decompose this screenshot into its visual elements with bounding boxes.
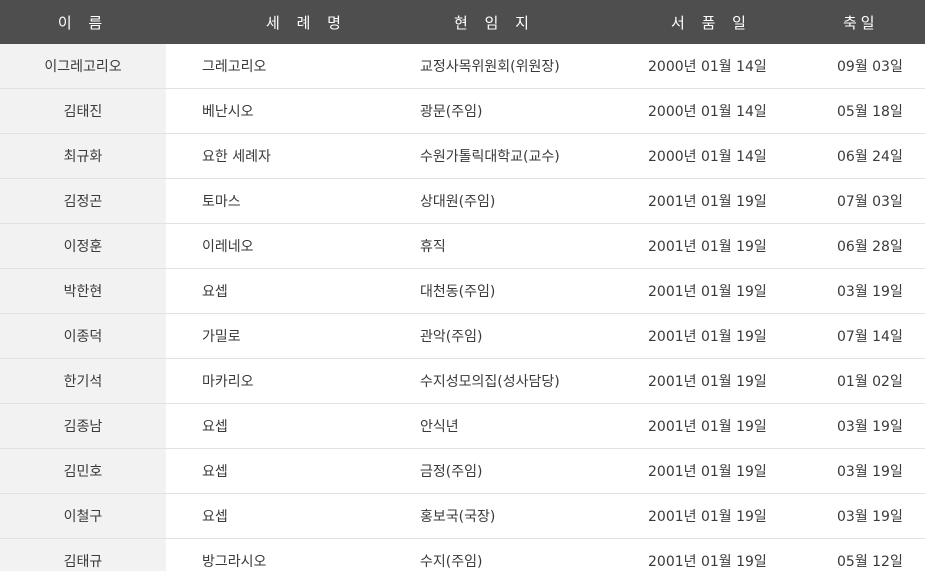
cell-current-post: 안식년 <box>385 403 613 449</box>
cell-feast-day: 03월 19일 <box>803 493 925 539</box>
cell-current-post: 수지(주임) <box>385 538 613 571</box>
cell-current-post: 상대원(주임) <box>385 178 613 224</box>
cell-baptismal-name: 요셉 <box>166 493 385 539</box>
header-baptismal-name: 세 례 명 <box>166 0 385 44</box>
table-body: 이그레고리오 그레고리오 교정사목위원회(위원장) 2000년 01월 14일 09월 … <box>0 44 925 571</box>
cell-ordination-date: 2001년 01월 19일 <box>613 403 803 449</box>
cell-name: 김태진 <box>0 88 166 134</box>
cell-ordination-date: 2000년 01월 14일 <box>613 88 803 134</box>
cell-current-post: 수원가톨릭대학교(교수) <box>385 133 613 179</box>
cell-baptismal-name: 요한 세례자 <box>166 133 385 179</box>
cell-ordination-date: 2001년 01월 19일 <box>613 268 803 314</box>
header-feast-day: 축일 <box>803 0 925 44</box>
cell-name: 이철구 <box>0 493 166 539</box>
cell-feast-day: 01월 02일 <box>803 358 925 404</box>
cell-ordination-date: 2001년 01월 19일 <box>613 448 803 494</box>
cell-feast-day: 05월 18일 <box>803 88 925 134</box>
cell-name: 이정훈 <box>0 223 166 269</box>
cell-name: 김민호 <box>0 448 166 494</box>
cell-baptismal-name: 요셉 <box>166 268 385 314</box>
cell-current-post: 대천동(주임) <box>385 268 613 314</box>
cell-ordination-date: 2001년 01월 19일 <box>613 313 803 359</box>
cell-current-post: 수지성모의집(성사담당) <box>385 358 613 404</box>
cell-baptismal-name: 방그라시오 <box>166 538 385 571</box>
cell-ordination-date: 2001년 01월 19일 <box>613 493 803 539</box>
cell-feast-day: 05월 12일 <box>803 538 925 571</box>
cell-name: 김종남 <box>0 403 166 449</box>
cell-feast-day: 07월 03일 <box>803 178 925 224</box>
cell-name: 최규화 <box>0 133 166 179</box>
cell-ordination-date: 2001년 01월 19일 <box>613 358 803 404</box>
cell-feast-day: 09월 03일 <box>803 44 925 89</box>
cell-name: 박한현 <box>0 268 166 314</box>
priest-list-table: 이 름 세 례 명 현 임 지 서 품 일 축일 이그레고리오 그레고리오 교정사목… <box>0 0 925 571</box>
cell-feast-day: 06월 28일 <box>803 223 925 269</box>
cell-current-post: 홍보국(국장) <box>385 493 613 539</box>
cell-baptismal-name: 요셉 <box>166 448 385 494</box>
cell-ordination-date: 2000년 01월 14일 <box>613 133 803 179</box>
cell-feast-day: 03월 19일 <box>803 403 925 449</box>
cell-feast-day: 03월 19일 <box>803 448 925 494</box>
table-row: 이종덕 가밀로 관악(주임) 2001년 01월 19일 07월 14일 <box>0 313 925 359</box>
table-row: 김종남 요셉 안식년 2001년 01월 19일 03월 19일 <box>0 403 925 449</box>
cell-baptismal-name: 베난시오 <box>166 88 385 134</box>
cell-current-post: 교정사목위원회(위원장) <box>385 44 613 89</box>
cell-name: 이종덕 <box>0 313 166 359</box>
header-row: 이 름 세 례 명 현 임 지 서 품 일 축일 <box>0 0 925 44</box>
table-row: 김정곤 토마스 상대원(주임) 2001년 01월 19일 07월 03일 <box>0 178 925 224</box>
header-name: 이 름 <box>0 0 166 44</box>
table-row: 최규화 요한 세례자 수원가톨릭대학교(교수) 2000년 01월 14일 06월 24… <box>0 133 925 179</box>
cell-ordination-date: 2001년 01월 19일 <box>613 178 803 224</box>
cell-baptismal-name: 요셉 <box>166 403 385 449</box>
table-row: 김태진 베난시오 광문(주임) 2000년 01월 14일 05월 18일 <box>0 88 925 134</box>
table-row: 박한현 요셉 대천동(주임) 2001년 01월 19일 03월 19일 <box>0 268 925 314</box>
table-header: 이 름 세 례 명 현 임 지 서 품 일 축일 <box>0 0 925 44</box>
cell-current-post: 휴직 <box>385 223 613 269</box>
cell-current-post: 금정(주임) <box>385 448 613 494</box>
priest-list-table-container: 이 름 세 례 명 현 임 지 서 품 일 축일 이그레고리오 그레고리오 교정사목… <box>0 0 925 571</box>
cell-name: 김정곤 <box>0 178 166 224</box>
header-ordination-date: 서 품 일 <box>613 0 803 44</box>
cell-name: 한기석 <box>0 358 166 404</box>
table-row: 이철구 요셉 홍보국(국장) 2001년 01월 19일 03월 19일 <box>0 493 925 539</box>
cell-ordination-date: 2001년 01월 19일 <box>613 538 803 571</box>
cell-baptismal-name: 그레고리오 <box>166 44 385 89</box>
cell-baptismal-name: 마카리오 <box>166 358 385 404</box>
cell-feast-day: 03월 19일 <box>803 268 925 314</box>
cell-feast-day: 06월 24일 <box>803 133 925 179</box>
cell-baptismal-name: 이레네오 <box>166 223 385 269</box>
cell-ordination-date: 2001년 01월 19일 <box>613 223 803 269</box>
cell-current-post: 관악(주임) <box>385 313 613 359</box>
cell-feast-day: 07월 14일 <box>803 313 925 359</box>
cell-ordination-date: 2000년 01월 14일 <box>613 44 803 89</box>
cell-baptismal-name: 가밀로 <box>166 313 385 359</box>
table-row: 김태규 방그라시오 수지(주임) 2001년 01월 19일 05월 12일 <box>0 538 925 571</box>
table-row: 김민호 요셉 금정(주임) 2001년 01월 19일 03월 19일 <box>0 448 925 494</box>
cell-name: 김태규 <box>0 538 166 571</box>
cell-name: 이그레고리오 <box>0 44 166 89</box>
cell-baptismal-name: 토마스 <box>166 178 385 224</box>
table-row: 이정훈 이레네오 휴직 2001년 01월 19일 06월 28일 <box>0 223 925 269</box>
header-current-post: 현 임 지 <box>385 0 613 44</box>
cell-current-post: 광문(주임) <box>385 88 613 134</box>
table-row: 한기석 마카리오 수지성모의집(성사담당) 2001년 01월 19일 01월 02일 <box>0 358 925 404</box>
table-row: 이그레고리오 그레고리오 교정사목위원회(위원장) 2000년 01월 14일 09월 … <box>0 44 925 89</box>
